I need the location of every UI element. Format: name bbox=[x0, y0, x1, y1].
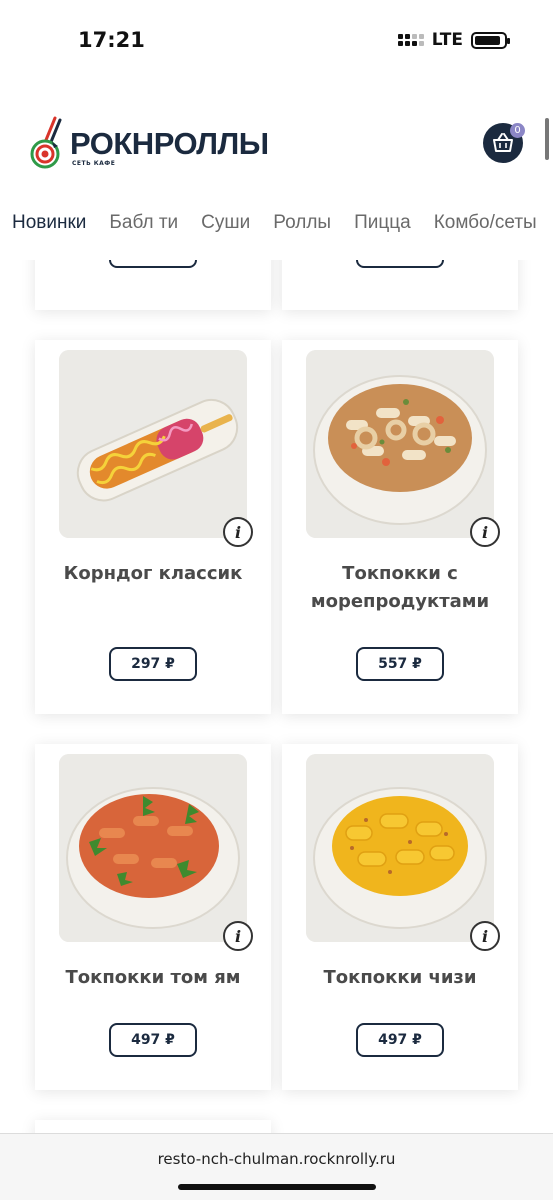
product-grid: i Корндог классик 297 ₽ i Токпокки с мор… bbox=[0, 260, 553, 1133]
price-button[interactable] bbox=[356, 260, 444, 268]
cheesy-tteokbokki-image bbox=[306, 754, 494, 942]
logo-subtitle: СЕТЬ КАФЕ bbox=[72, 159, 116, 167]
product-title: Токпокки чизи bbox=[323, 967, 477, 988]
site-header: РОКНРОЛЛЫ СЕТЬ КАФЕ 0 Новинки Бабл ти Су… bbox=[0, 80, 553, 260]
product-image[interactable] bbox=[306, 754, 494, 942]
product-card[interactable]: i Корндог классик 297 ₽ bbox=[35, 340, 271, 714]
brand-logo[interactable]: РОКНРОЛЛЫ СЕТЬ КАФЕ bbox=[30, 116, 269, 172]
product-card[interactable]: i Токпокки чизи 497 ₽ bbox=[282, 744, 518, 1090]
price-button[interactable]: 497 ₽ bbox=[109, 1023, 197, 1057]
seafood-tteokbokki-image bbox=[306, 350, 494, 538]
info-icon[interactable]: i bbox=[223, 921, 253, 951]
tab-rolls[interactable]: Роллы bbox=[273, 212, 331, 234]
battery-level bbox=[475, 35, 501, 45]
info-icon[interactable]: i bbox=[470, 517, 500, 547]
price-button[interactable] bbox=[109, 260, 197, 268]
status-bar: 17:21 LTE bbox=[0, 0, 553, 80]
tab-sushi[interactable]: Суши bbox=[201, 212, 250, 234]
product-image[interactable] bbox=[306, 350, 494, 538]
price-button[interactable]: 497 ₽ bbox=[356, 1023, 444, 1057]
price-button[interactable]: 557 ₽ bbox=[356, 647, 444, 681]
product-image[interactable] bbox=[59, 754, 247, 942]
url-text[interactable]: resto-nch-chulman.rocknrolly.ru bbox=[0, 1150, 553, 1168]
product-title: Корндог классик bbox=[63, 563, 243, 584]
status-time: 17:21 bbox=[78, 28, 145, 52]
product-title: Токпокки том ям bbox=[65, 967, 241, 988]
product-image[interactable] bbox=[59, 350, 247, 538]
info-icon[interactable]: i bbox=[470, 921, 500, 951]
product-card[interactable] bbox=[35, 260, 271, 310]
home-indicator[interactable] bbox=[178, 1184, 376, 1190]
info-icon[interactable]: i bbox=[223, 517, 253, 547]
basket-icon bbox=[493, 133, 513, 152]
product-card[interactable] bbox=[35, 1120, 271, 1133]
tab-bubble-tea[interactable]: Бабл ти bbox=[109, 212, 178, 234]
price-button[interactable]: 297 ₽ bbox=[109, 647, 197, 681]
category-tabs: Новинки Бабл ти Суши Роллы Пицца Комбо/с… bbox=[12, 212, 537, 234]
logo-wordmark: РОКНРОЛЛЫ bbox=[70, 125, 269, 161]
product-card[interactable] bbox=[282, 260, 518, 310]
cellular-signal-icon bbox=[397, 34, 424, 46]
corndog-dish-image bbox=[59, 350, 247, 538]
browser-url-bar[interactable]: resto-nch-chulman.rocknrolly.ru bbox=[0, 1133, 553, 1200]
product-card[interactable]: i Токпокки с морепродуктами 557 ₽ bbox=[282, 340, 518, 714]
tab-novinki[interactable]: Новинки bbox=[12, 212, 86, 234]
battery-icon bbox=[471, 31, 510, 49]
tab-combo[interactable]: Комбо/сеты bbox=[434, 212, 537, 234]
scrollbar[interactable] bbox=[545, 118, 549, 160]
guitar-sushi-logo-icon bbox=[30, 116, 66, 172]
status-icons: LTE bbox=[397, 30, 510, 50]
cart-count-badge: 0 bbox=[510, 123, 525, 138]
tab-pizza[interactable]: Пицца bbox=[354, 212, 411, 234]
product-card[interactable]: i Токпокки том ям 497 ₽ bbox=[35, 744, 271, 1090]
network-type: LTE bbox=[431, 30, 463, 50]
product-title: Токпокки с морепродуктами bbox=[310, 563, 490, 612]
tom-yum-tteokbokki-image bbox=[59, 754, 247, 942]
